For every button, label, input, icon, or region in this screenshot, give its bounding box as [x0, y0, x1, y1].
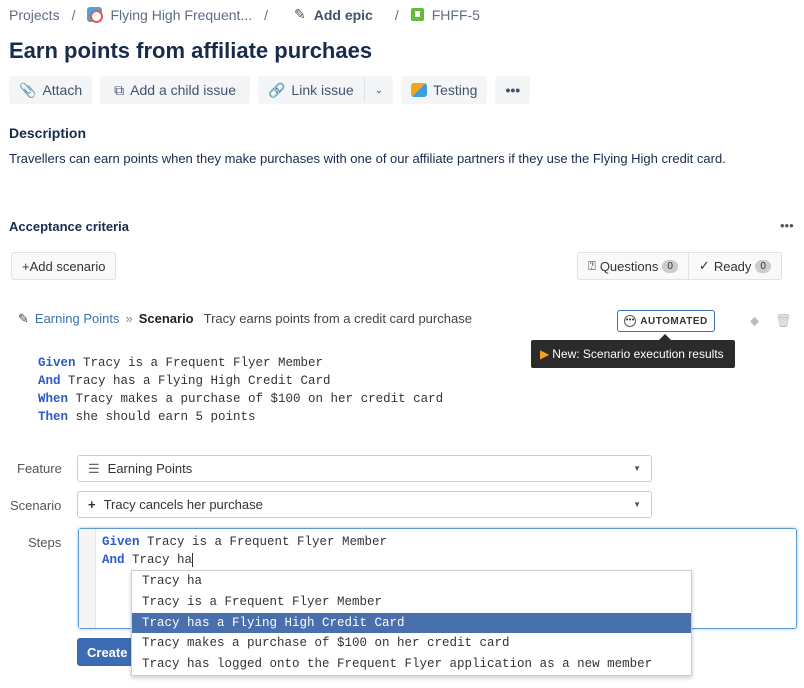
questions-button[interactable]: ⍰ Questions 0 [577, 252, 689, 280]
autocomplete-dropdown: Tracy ha Tracy is a Frequent Flyer Membe… [131, 570, 692, 676]
step-line: Given Tracy is a Frequent Flyer Member [38, 354, 443, 372]
scenario-label: Scenario [10, 498, 62, 513]
feature-link[interactable]: Earning Points [35, 311, 120, 327]
automated-status-badge[interactable]: ••• AUTOMATED [617, 310, 715, 332]
question-icon: ⍰ [588, 258, 596, 273]
party-icon: ▶ [540, 347, 550, 361]
testing-app-icon [411, 83, 428, 97]
step-line: Then she should earn 5 points [38, 408, 443, 426]
add-epic-link[interactable]: Add epic [314, 7, 373, 23]
add-scenario-button[interactable]: +Add scenario [11, 252, 117, 280]
text-cursor [192, 553, 194, 567]
ready-count: 0 [755, 259, 771, 273]
more-actions-button[interactable]: ••• [495, 76, 531, 104]
scenario-select[interactable]: + Tracy cancels her purchase ▼ [77, 491, 652, 518]
link-issue-group: 🔗 Link issue ⌄ [257, 76, 394, 104]
description-heading: Description [9, 125, 87, 141]
check-circle-icon: ✓ [698, 258, 710, 273]
suggestion-item[interactable]: Tracy is a Frequent Flyer Member [132, 592, 691, 613]
scenario-steps: Given Tracy is a Frequent Flyer Member A… [38, 354, 443, 426]
ready-button[interactable]: ✓ Ready 0 [688, 252, 782, 280]
suggestion-item[interactable]: Tracy has logged onto the Frequent Flyer… [132, 654, 691, 675]
breadcrumb-issue[interactable]: FHFF-5 [432, 7, 480, 23]
more-icon[interactable]: ••• [780, 218, 794, 233]
feature-label: Feature [17, 461, 62, 476]
step-line: And Tracy has a Flying High Credit Card [38, 372, 443, 390]
feature-value: Earning Points [107, 461, 193, 476]
ready-label: Ready [713, 258, 752, 274]
testing-label: Testing [433, 82, 478, 98]
attach-label: Attach [42, 82, 83, 98]
breadcrumb-projects[interactable]: Projects [9, 7, 60, 23]
paperclip-icon: 📎 [19, 81, 37, 98]
step-text: Tracy is a Frequent Flyer Member [75, 356, 324, 370]
project-icon [87, 7, 104, 23]
step-keyword: Then [38, 410, 69, 424]
separator: » [125, 311, 133, 326]
story-icon [410, 8, 424, 21]
questions-count: 0 [662, 259, 678, 273]
link-issue-button[interactable]: 🔗 Link issue [258, 76, 364, 104]
editor-line: And Tracy ha [102, 551, 387, 569]
scenario-header: ✎ Earning Points » Scenario Tracy earns … [18, 311, 472, 327]
scenario-name: Tracy earns points from a credit card pu… [203, 311, 472, 326]
caret-down-icon: ▼ [633, 500, 641, 509]
tag-icon[interactable]: ⬥ [750, 313, 759, 329]
link-issue-label: Link issue [291, 82, 354, 98]
status-filter-group: ⍰ Questions 0 ✓ Ready 0 [577, 252, 782, 280]
editor-line: Given Tracy is a Frequent Flyer Member [102, 533, 387, 551]
link-dropdown-button[interactable]: ⌄ [365, 76, 393, 104]
questions-label: Questions [599, 258, 659, 274]
acceptance-heading: Acceptance criteria [9, 219, 129, 234]
scenario-value: Tracy cancels her purchase [103, 497, 263, 512]
suggestion-item[interactable]: Tracy makes a purchase of $100 on her cr… [132, 633, 691, 654]
editor-text: Tracy ha [124, 553, 193, 567]
trash-icon[interactable]: 🗑 [775, 313, 792, 329]
suggestion-item-selected[interactable]: Tracy has a Flying High Credit Card [132, 612, 691, 634]
step-text: she should earn 5 points [68, 410, 256, 424]
toolbar: 📎 Attach ⧉ Add a child issue 🔗 Link issue ⌄… [9, 76, 531, 104]
editor-keyword: And [102, 553, 125, 567]
steps-label: Steps [28, 535, 62, 550]
ellipsis-circle-icon: ••• [624, 315, 637, 327]
tooltip: ▶ New: Scenario execution results [531, 334, 735, 368]
editor-keyword: Given [102, 535, 140, 549]
list-icon: ☰ [88, 460, 100, 476]
description-text[interactable]: Travellers can earn points when they mak… [9, 151, 726, 166]
tooltip-text: New: Scenario execution results [552, 347, 724, 361]
scenario-label: Scenario [138, 311, 194, 326]
breadcrumb: Projects / Flying High Frequent... / ✎ Add… [9, 6, 480, 23]
suggestion-item[interactable]: Tracy ha [132, 571, 691, 592]
testing-button[interactable]: Testing [401, 76, 488, 104]
step-text: Tracy has a Flying High Credit Card [60, 374, 331, 388]
breadcrumb-project[interactable]: Flying High Frequent... [110, 7, 252, 23]
hierarchy-icon: ⧉ [114, 81, 125, 98]
editor-gutter [79, 529, 96, 628]
step-keyword: Given [38, 356, 76, 370]
step-text: Tracy makes a purchase of $100 on her cr… [68, 392, 444, 406]
attach-button[interactable]: 📎 Attach [9, 76, 93, 104]
pencil-icon: ✎ [293, 6, 306, 22]
feature-select[interactable]: ☰ Earning Points ▼ [77, 455, 652, 482]
editor-text: Tracy is a Frequent Flyer Member [139, 535, 388, 549]
step-keyword: When [38, 392, 69, 406]
add-child-issue-button[interactable]: ⧉ Add a child issue [100, 76, 250, 104]
add-child-label: Add a child issue [130, 82, 236, 98]
status-label: AUTOMATED [640, 315, 708, 327]
step-keyword: And [38, 374, 61, 388]
caret-down-icon: ▼ [633, 464, 641, 473]
step-line: When Tracy makes a purchase of $100 on h… [38, 390, 443, 408]
pencil-icon: ✎ [18, 311, 29, 326]
page-title[interactable]: Earn points from affiliate purchaes [9, 38, 372, 64]
plus-icon: + [88, 497, 96, 512]
link-icon: 🔗 [267, 81, 286, 98]
